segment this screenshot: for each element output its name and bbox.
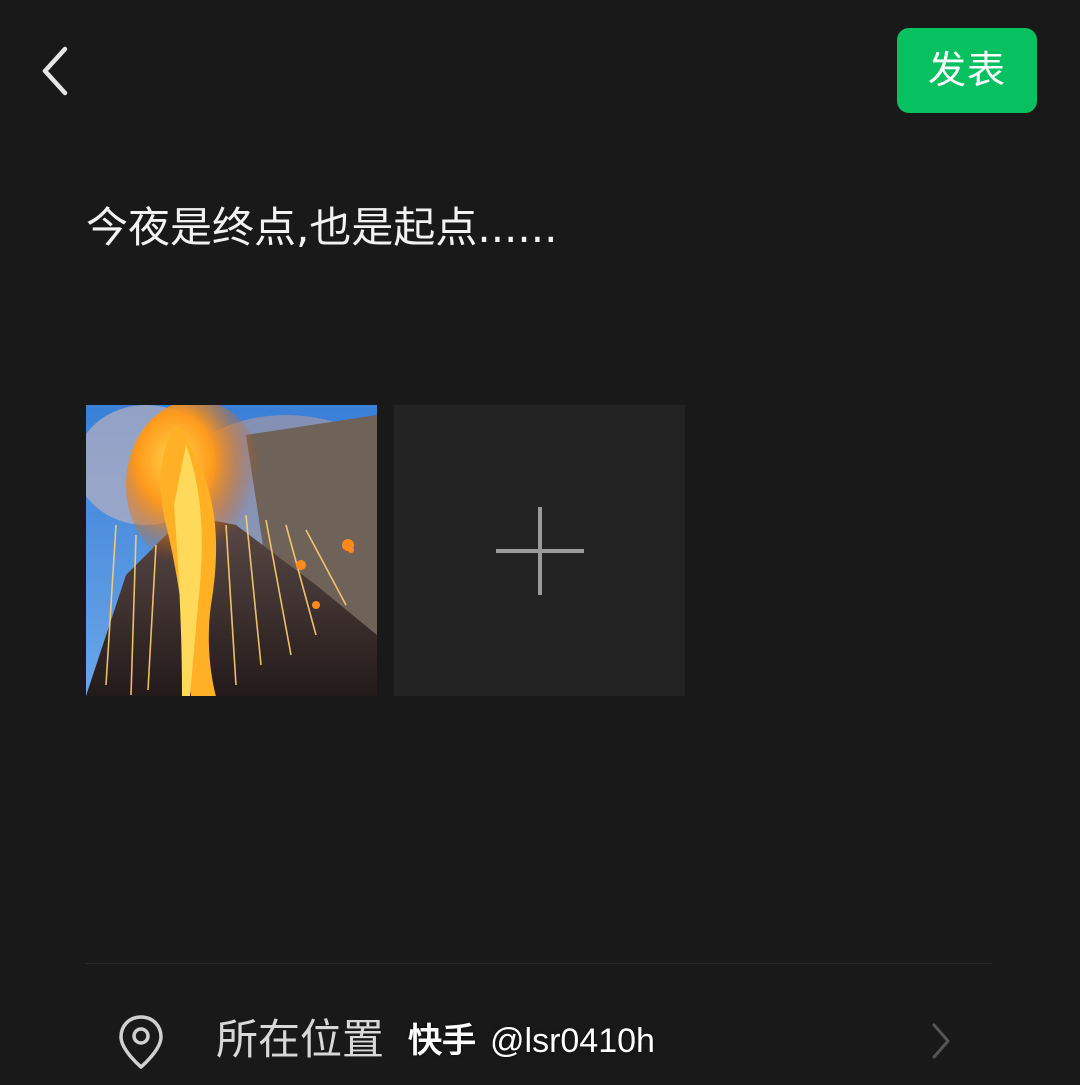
location-pin-icon [119, 1015, 163, 1069]
watermark-brand: 快手 [408, 1022, 476, 1060]
publish-button[interactable]: 发表 [897, 28, 1037, 113]
divider [86, 963, 992, 964]
media-grid [86, 405, 685, 696]
post-text[interactable]: 今夜是终点,也是起点...... [86, 196, 986, 260]
location-label: 所在位置 [216, 1015, 385, 1064]
plus-icon [495, 506, 584, 595]
watermark-handle: @lsr0410h [490, 1022, 655, 1060]
media-thumbnail[interactable] [86, 405, 377, 696]
chevron-left-icon [42, 46, 68, 96]
add-media-button[interactable] [394, 405, 685, 696]
watermark: 快手 @lsr0410h [408, 1018, 655, 1064]
volcano-photo [86, 405, 377, 696]
chevron-right-icon [932, 1023, 950, 1059]
back-button[interactable] [26, 38, 86, 104]
